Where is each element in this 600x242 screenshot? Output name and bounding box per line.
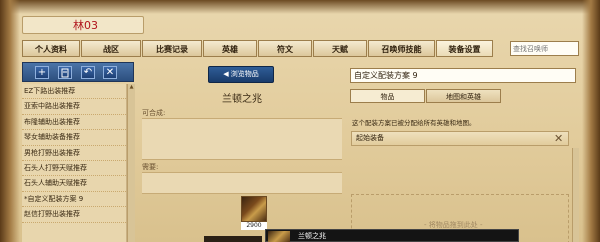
tab-maps-champions[interactable]: 地图和英雄 [426,89,501,103]
assignment-hint: 这个配装方案已被分配给所有英雄和地图。 [352,119,476,127]
tab-masteries[interactable]: 天赋 [313,40,367,57]
list-toolbar: + ↶ ✕ [22,62,134,82]
tab-runes[interactable]: 符文 [258,40,312,57]
undo-icon[interactable]: ↶ [81,66,95,79]
list-item[interactable]: 布隆辅助出装推荐 [22,115,126,131]
item-title: 兰顿之兆 [222,94,262,105]
editor-tabs: 物品 地图和英雄 [350,89,502,103]
item-set-list: EZ下路出装推荐 亚索中路出装推荐 布隆辅助出装推荐 琴女辅助装备推荐 男枪打野… [22,84,127,242]
requires-label: 需要: [142,163,159,171]
search-input[interactable] [510,41,579,56]
scroll-up-icon[interactable]: ▲ [128,84,135,91]
tab-summoner-spells[interactable]: 召唤师技能 [368,40,435,57]
list-item[interactable]: 石头人打野天赋推荐 [22,161,126,177]
browse-items-label: 浏览物品 [230,70,259,78]
tab-items[interactable]: 物品 [350,89,425,103]
tab-profile[interactable]: 个人资料 [22,40,80,57]
new-doc-icon[interactable] [58,66,72,79]
list-item[interactable]: 石头人辅助天赋推荐 [22,176,126,192]
parchment-edge [0,0,600,14]
item-icon [268,231,290,242]
item-detail-panel: ◀ 浏览物品 兰顿之兆 可合成: 需要: 2900 [138,62,346,242]
browse-items-button[interactable]: ◀ 浏览物品 [208,66,274,83]
list-item[interactable]: 亚索中路出装推荐 [22,99,126,115]
player-name: 林03 [22,16,144,34]
list-item[interactable]: 琴女辅助装备推荐 [22,130,126,146]
add-icon[interactable]: + [35,66,49,79]
list-item[interactable]: 赵信打野出装推荐 [22,207,126,223]
item-set-editor-panel: 自定义配装方案 9 物品 地图和英雄 这个配装方案已被分配给所有英雄和地图。 起… [348,62,580,242]
item-cost: 2900 [241,222,267,230]
tab-region[interactable]: 战区 [81,40,141,57]
builds-into-area [142,118,342,160]
panel-shadow [204,236,262,242]
tab-item-sets[interactable]: 装备设置 [436,40,493,57]
item-tooltip: 兰顿之兆 [265,229,519,242]
game-client-window: 林03 个人资料 战区 比赛记录 英雄 符文 天赋 召唤师技能 装备设置 + ↶… [0,0,600,242]
builds-into-label: 可合成: [142,109,166,117]
tab-match-history[interactable]: 比赛记录 [142,40,202,57]
item-icon[interactable] [241,196,267,222]
editor-scrollbar[interactable] [572,148,579,242]
list-scrollbar[interactable]: ▲ [127,84,135,242]
requires-area [142,172,342,194]
block-header[interactable]: 起始装备 [351,131,569,146]
list-item[interactable]: EZ下路出装推荐 [22,84,126,100]
parchment-edge [582,0,600,242]
tooltip-title: 兰顿之兆 [298,232,326,240]
list-item-selected[interactable]: *自定义配装方案 9 [22,192,126,208]
list-item[interactable]: 男枪打野出装推荐 [22,146,126,161]
close-icon[interactable]: ✕ [554,133,563,144]
tab-champions[interactable]: 英雄 [203,40,257,57]
profile-tabs: 个人资料 战区 比赛记录 英雄 符文 天赋 召唤师技能 装备设置 [22,40,494,57]
arrow-left-icon: ◀ [223,70,231,78]
parchment-edge [0,0,20,242]
item-set-name-field[interactable]: 自定义配装方案 9 [350,68,576,83]
delete-icon[interactable]: ✕ [103,66,117,79]
item-set-list-panel: + ↶ ✕ EZ下路出装推荐 亚索中路出装推荐 布隆辅助出装推荐 琴女辅助装备推… [22,62,135,242]
